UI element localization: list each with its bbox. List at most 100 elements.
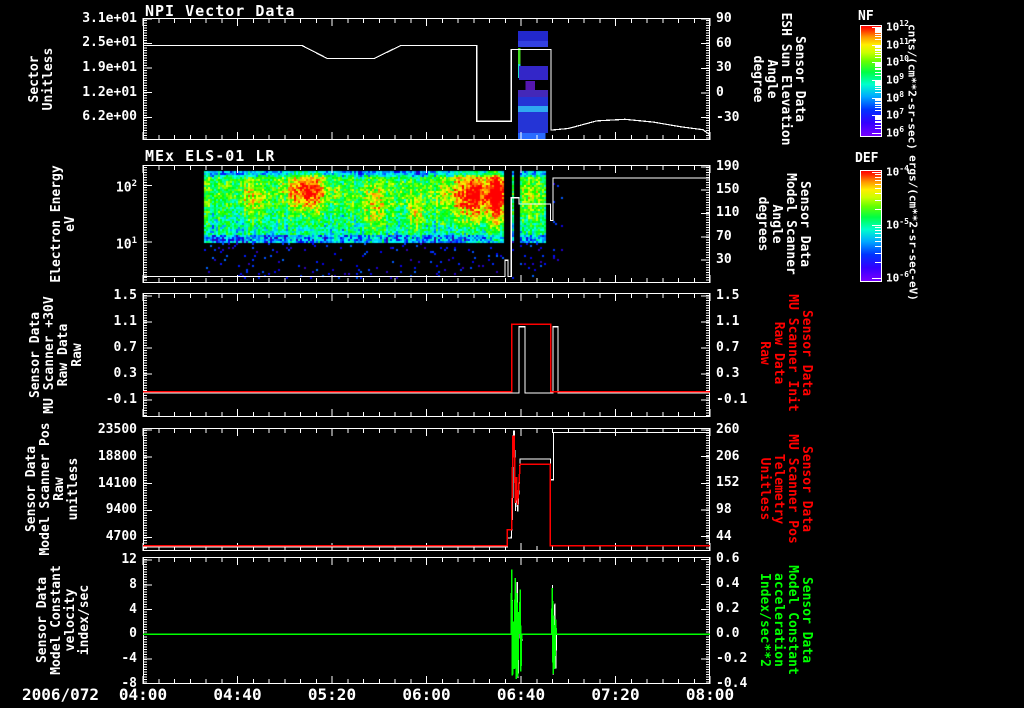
panel-2-right-axis-label: Sensor Data Model Scanner Angle degrees — [755, 173, 812, 275]
colorbar-minor-tick — [875, 127, 881, 129]
y-tick-label-left: 2.5e+01 — [82, 35, 137, 51]
telemetry-plot-screen: NPI Vector Data MEx ELS-01 LR NF DEF 200… — [0, 0, 1024, 708]
colorbar-minor-tick — [875, 92, 881, 94]
colorbar-nf-label: NF — [858, 9, 874, 24]
colorbar-minor-tick — [875, 122, 881, 124]
y-tick-label-right: 30 — [716, 252, 732, 268]
y-tick-label-left: 3.1e+01 — [82, 10, 137, 26]
colorbar-tick-label: 10-4 — [886, 164, 909, 179]
colorbar-minor-tick — [875, 233, 881, 235]
series-mu-scanner-pos-telemetry — [143, 435, 710, 547]
colorbar-minor-tick — [875, 82, 881, 84]
colorbar-minor-tick — [875, 209, 881, 211]
panel-3-left-axis-label: Sensor Data MU Scanner +30V Raw Data Raw — [28, 296, 85, 414]
y-tick-label-right: 1.5 — [716, 288, 740, 304]
colorbar-minor-tick — [875, 104, 881, 106]
y-tick-label-right: 0.4 — [716, 576, 740, 592]
series-model-constant-acceleration — [143, 569, 710, 680]
colorbar-tick-label: 10-6 — [886, 270, 909, 285]
y-tick-label-right: 150 — [716, 182, 740, 198]
colorbar-minor-tick — [875, 117, 881, 119]
colorbar-minor-tick — [875, 67, 881, 69]
y-tick-label-right: 98 — [716, 502, 732, 517]
colorbar-minor-tick — [875, 89, 881, 91]
colorbar-minor-tick — [875, 29, 881, 31]
y-tick-label-right: 0.6 — [716, 551, 740, 567]
series-model-scanner-pos — [143, 430, 710, 548]
y-tick-label-right: -0.2 — [716, 651, 748, 667]
colorbar-minor-tick — [875, 180, 881, 182]
colorbar-tick-label: 108 — [886, 89, 905, 105]
colorbar-minor-tick — [875, 236, 881, 238]
y-tick-label-right: 206 — [716, 448, 740, 464]
colorbar-minor-tick — [875, 69, 881, 71]
panel-4-right-axis-label: Sensor Data MU Scanner Pos Telemetry Uni… — [757, 434, 814, 544]
panel-4-left-axis-label: Sensor Data Model Scanner Pos Raw unitle… — [24, 422, 81, 556]
colorbar-minor-tick — [875, 32, 881, 34]
x-tick-label: 07:20 — [591, 685, 640, 704]
colorbar-minor-tick — [875, 227, 881, 229]
x-tick-label: 08:00 — [685, 685, 735, 704]
series-scanner-init-raw — [143, 323, 710, 393]
colorbar-minor-tick — [875, 240, 881, 242]
colorbar-minor-tick — [875, 34, 881, 36]
x-tick-label: 04:40 — [213, 685, 262, 704]
y-tick-label-right: 0.2 — [716, 601, 740, 617]
panel-3-right-axis-label: Sensor Data MU Scanner Init Raw Data Raw — [757, 294, 814, 412]
colorbar-minor-tick — [875, 110, 881, 111]
colorbar-minor-tick — [875, 193, 881, 195]
colorbar-minor-tick — [875, 36, 881, 38]
colorbar-minor-tick — [875, 49, 881, 51]
x-tick-label: 04:00 — [118, 685, 168, 704]
colorbar-minor-tick — [875, 187, 881, 189]
colorbar-minor-tick — [875, 39, 881, 41]
colorbar-minor-tick — [875, 28, 881, 30]
colorbar-minor-tick — [875, 116, 881, 118]
colorbar-tick-label: 10-5 — [886, 217, 909, 232]
colorbar-major-tick — [872, 172, 881, 173]
colorbar-minor-tick — [875, 252, 881, 254]
y-tick-label-right: 30 — [716, 60, 732, 76]
colorbar-minor-tick — [875, 63, 881, 65]
colorbar-minor-tick — [875, 71, 881, 73]
x-tick-label: 06:40 — [496, 685, 546, 704]
y-tick-label-left: 1.2e+01 — [82, 84, 137, 100]
y-tick-label-right: 70 — [716, 228, 732, 244]
panel-1-left-axis-label: Sector Unitless — [27, 47, 56, 111]
colorbar-minor-tick — [875, 64, 881, 66]
colorbar-major-tick — [872, 225, 881, 226]
panel-1-plot-area — [142, 18, 711, 140]
colorbar-minor-tick — [875, 101, 881, 103]
colorbar-minor-tick — [875, 124, 881, 126]
colorbar-minor-tick — [875, 199, 881, 201]
colorbar-minor-tick — [875, 183, 881, 185]
colorbar-minor-tick — [875, 47, 881, 49]
panel-5-left-axis-label: Sensor Data Model Constant velocity inde… — [35, 565, 92, 675]
colorbar-minor-tick — [875, 30, 881, 32]
y-tick-label-right: 0.3 — [716, 366, 740, 382]
colorbar-minor-tick — [875, 174, 881, 176]
y-tick-label-left: 6.2e+00 — [82, 109, 137, 125]
colorbar-minor-tick — [875, 102, 881, 104]
colorbar-tick-label: 109 — [886, 72, 905, 87]
y-tick-label-right: 110 — [716, 205, 740, 221]
colorbar-minor-tick — [875, 120, 881, 122]
colorbar-minor-tick — [875, 46, 881, 48]
colorbar-major-tick — [872, 278, 881, 279]
panel-2-left-axis-label: Electron Energy eV — [49, 165, 78, 283]
colorbar-minor-tick — [875, 230, 881, 232]
colorbar-tick-label: 106 — [886, 125, 905, 140]
colorbar-minor-tick — [875, 100, 881, 102]
colorbar-minor-tick — [875, 66, 881, 68]
y-tick-label-right: 190 — [716, 158, 740, 174]
y-tick-label-left: 1.9e+01 — [82, 60, 137, 76]
colorbar-minor-tick — [875, 80, 881, 82]
series-model-constant-velocity — [143, 581, 710, 678]
colorbar-minor-tick — [875, 45, 881, 47]
y-tick-label-right: 0.0 — [716, 626, 740, 642]
y-tick-label-right: 0.7 — [716, 340, 740, 356]
panel-3-plot-area — [142, 293, 711, 417]
colorbar-minor-tick — [875, 98, 881, 100]
colorbar-minor-tick — [875, 177, 881, 179]
x-tick-label: 05:20 — [307, 685, 357, 704]
